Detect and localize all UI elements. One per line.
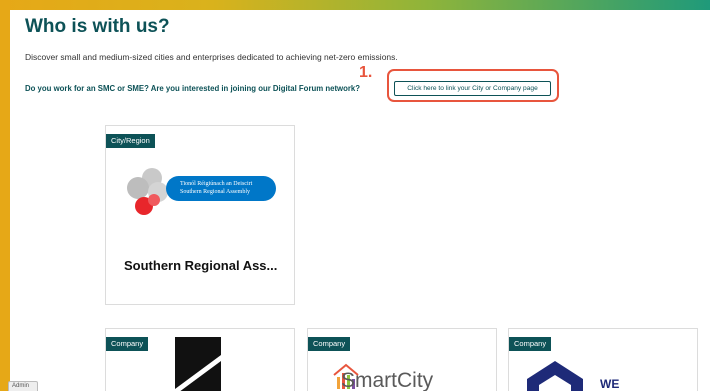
admin-tab[interactable]: Admin xyxy=(8,381,38,391)
logo-english-name: Southern Regional Assembly xyxy=(180,189,250,196)
company-logo-icon xyxy=(175,337,221,391)
join-question: Do you work for an SMC or SME? Are you i… xyxy=(25,84,360,93)
annotation-step-number: 1. xyxy=(359,64,373,81)
smartcity-logo-text: SmartCity xyxy=(341,369,434,391)
page-title: Who is with us? xyxy=(25,16,170,37)
card-title[interactable]: Southern Regional Ass... xyxy=(124,258,277,273)
card-type-badge: Company xyxy=(308,337,351,351)
southern-regional-assembly-logo: Tionól Réigiúnach an Deiscirt Southern R… xyxy=(124,166,279,218)
we-logo-text: WE xyxy=(600,377,620,391)
card-company-smartcity[interactable]: Company SmartCity xyxy=(307,328,497,391)
card-type-badge: Company xyxy=(509,337,552,351)
card-type-badge: City/Region xyxy=(106,134,155,148)
logo-irish-name: Tionól Réigiúnach an Deiscirt xyxy=(180,181,253,187)
page-description: Discover small and medium-sized cities a… xyxy=(25,52,398,62)
content-panel: Who is with us? Discover small and mediu… xyxy=(10,10,710,391)
card-type-badge: Company xyxy=(106,337,149,351)
card-company-1[interactable]: Company xyxy=(105,328,295,391)
card-southern-regional-assembly[interactable]: City/Region Tionól Réigiúnach an Deiscir… xyxy=(105,125,295,305)
we-logo-icon xyxy=(527,361,583,391)
card-company-we[interactable]: Company WE xyxy=(508,328,698,391)
link-city-company-button[interactable]: Click here to link your City or Company … xyxy=(394,81,551,96)
logo-text-pill: Tionól Réigiúnach an Deiscirt Southern R… xyxy=(166,176,276,201)
